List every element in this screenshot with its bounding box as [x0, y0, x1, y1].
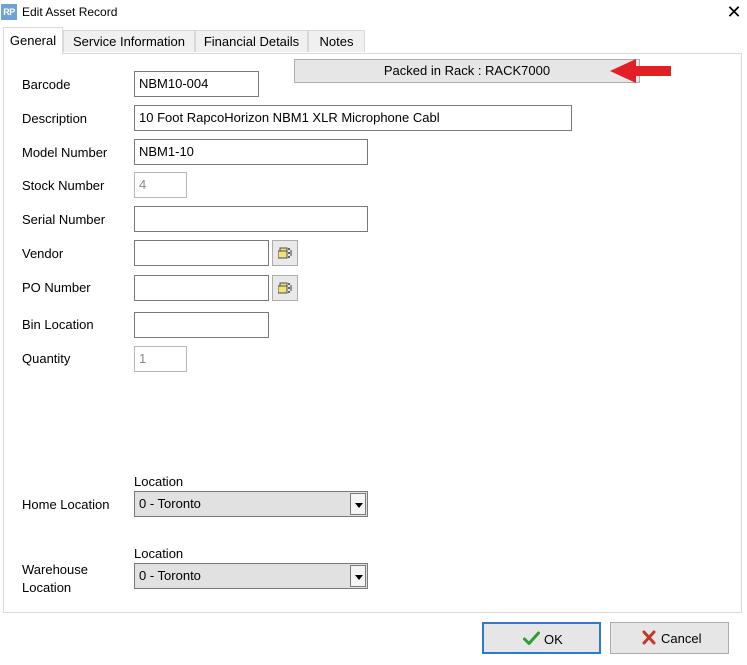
ok-label: OK: [544, 632, 563, 647]
warehouse-location-label-line1: Warehouse: [22, 562, 88, 577]
close-button[interactable]: ✕: [722, 1, 746, 23]
cancel-label: Cancel: [661, 631, 702, 646]
po-number-lookup-button[interactable]: [272, 275, 298, 301]
vendor-label: Vendor: [22, 246, 64, 261]
stock-number-label: Stock Number: [22, 178, 105, 193]
app-icon: RP: [1, 4, 17, 20]
tab-general[interactable]: General: [3, 27, 63, 54]
vendor-field[interactable]: [134, 240, 269, 266]
ok-button[interactable]: OK: [482, 622, 601, 654]
warehouse-location-select[interactable]: 0 - Toronto: [134, 563, 368, 589]
home-location-label: Home Location: [22, 497, 110, 512]
po-number-field[interactable]: [134, 275, 269, 301]
model-number-label: Model Number: [22, 145, 108, 160]
serial-number-field[interactable]: [134, 206, 368, 232]
warehouse-location-caption: Location: [134, 546, 184, 561]
tab-notes[interactable]: Notes: [308, 30, 365, 52]
lookup-hand-icon: [278, 247, 292, 259]
tab-financial-details[interactable]: Financial Details: [195, 30, 308, 52]
home-location-caption: Location: [134, 474, 184, 489]
title-bar: RP Edit Asset Record ✕: [0, 0, 747, 26]
model-number-field[interactable]: NBM1-10: [134, 139, 368, 165]
barcode-label: Barcode: [22, 77, 71, 92]
cancel-x-icon: [642, 630, 656, 645]
warehouse-location-label-line2: Location: [22, 580, 72, 595]
vendor-lookup-button[interactable]: [272, 240, 298, 266]
red-arrow-icon: [610, 59, 671, 83]
chevron-down-icon[interactable]: [350, 565, 366, 587]
quantity-field: 1: [134, 346, 187, 372]
packed-in-rack-button[interactable]: Packed in Rack : RACK7000: [294, 59, 640, 83]
lookup-hand-icon: [278, 282, 292, 294]
stock-number-field: 4: [134, 172, 187, 198]
description-label: Description: [22, 111, 88, 126]
serial-number-label: Serial Number: [22, 212, 106, 227]
warehouse-location-selected: 0 - Toronto: [139, 568, 201, 583]
barcode-field[interactable]: NBM10-004: [134, 71, 259, 97]
quantity-label: Quantity: [22, 351, 71, 366]
bin-location-label: Bin Location: [22, 317, 94, 332]
cancel-button[interactable]: Cancel: [610, 622, 729, 654]
general-panel: [3, 53, 742, 613]
home-location-select[interactable]: 0 - Toronto: [134, 491, 368, 517]
po-number-label: PO Number: [22, 280, 91, 295]
checkmark-icon: [523, 631, 540, 645]
tab-service-information[interactable]: Service Information: [63, 30, 195, 52]
chevron-down-icon[interactable]: [350, 493, 366, 515]
description-field[interactable]: 10 Foot RapcoHorizon NBM1 XLR Microphone…: [134, 105, 572, 131]
bin-location-field[interactable]: [134, 312, 269, 338]
window-title: Edit Asset Record: [22, 5, 118, 19]
home-location-selected: 0 - Toronto: [139, 496, 201, 511]
